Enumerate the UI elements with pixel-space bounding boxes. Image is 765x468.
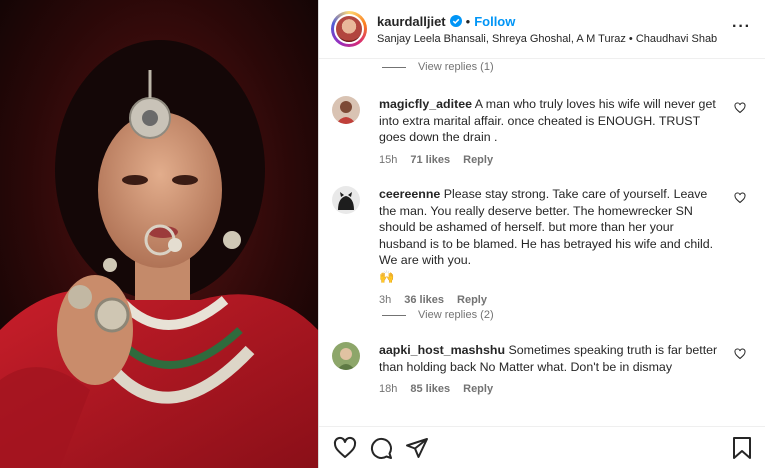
commenter-avatar-image [332,96,360,124]
author-username[interactable]: kaurdalljiet [377,14,446,29]
comment-item: aapki_host_mashshu Sometimes speaking tr… [332,342,752,395]
comment-emoji: 🙌 [379,269,395,284]
like-comment-heart-icon[interactable] [734,348,746,360]
commenter-avatar[interactable] [332,186,360,214]
commenter-username[interactable]: ceereenne [379,187,440,201]
comment-text: aapki_host_mashshu Sometimes speaking tr… [379,342,724,375]
separator-dot: • [465,13,471,29]
comments-panel: kaurdalljiet • Follow Sanjay Leela Bhans… [318,0,765,468]
commenter-avatar-image [332,186,360,214]
post-actions-bar [319,426,765,468]
comment-time[interactable]: 15h [379,154,397,166]
more-options-button[interactable]: ··· [732,18,751,36]
bookmark-icon[interactable] [731,436,753,460]
reply-button[interactable]: Reply [463,154,493,166]
reply-button[interactable]: Reply [457,294,487,306]
verified-badge-icon [449,15,462,27]
view-replies-line [382,314,406,316]
comments-list[interactable]: View replies (1) magicfly_aditee A man w… [319,59,765,426]
view-replies-button[interactable]: View replies (1) [382,61,494,73]
post-header-text: kaurdalljiet • Follow Sanjay Leela Bhans… [377,14,717,45]
follow-button[interactable]: Follow [474,14,515,29]
comment-text: ceereenne Please stay strong. Take care … [379,186,724,286]
post-image[interactable] [0,0,318,468]
comment-text: magicfly_aditee A man who truly loves hi… [379,96,724,146]
commenter-username[interactable]: magicfly_aditee [379,97,472,111]
heart-icon[interactable] [333,436,357,460]
author-avatar[interactable] [331,11,367,47]
audio-credit[interactable]: Sanjay Leela Bhansali, Shreya Ghoshal, A… [377,33,717,45]
comment-meta: 18h 85 likes Reply [379,383,752,395]
comment-time[interactable]: 3h [379,294,391,306]
comment-meta: 15h 71 likes Reply [379,154,752,166]
post-header-top: kaurdalljiet • Follow [377,14,717,29]
comment-likes[interactable]: 71 likes [410,154,450,166]
comment-meta: 3h 36 likes Reply [379,294,752,306]
view-replies-line [382,66,406,68]
like-comment-heart-icon[interactable] [734,192,746,204]
view-replies-label: View replies (2) [418,309,494,321]
commenter-avatar[interactable] [332,342,360,370]
comment-icon[interactable] [369,436,393,460]
view-replies-button[interactable]: View replies (2) [382,309,494,321]
post-image-illustration [0,0,318,468]
share-icon[interactable] [405,436,429,460]
comment-likes[interactable]: 85 likes [410,383,450,395]
comment-item: magicfly_aditee A man who truly loves hi… [332,96,752,166]
comment-time[interactable]: 18h [379,383,397,395]
view-replies-label: View replies (1) [418,61,494,73]
comment-likes[interactable]: 36 likes [404,294,444,306]
comment-item: ceereenne Please stay strong. Take care … [332,186,752,306]
like-comment-heart-icon[interactable] [734,102,746,114]
commenter-avatar[interactable] [332,96,360,124]
author-avatar-image [334,14,364,44]
reply-button[interactable]: Reply [463,383,493,395]
post-view: kaurdalljiet • Follow Sanjay Leela Bhans… [0,0,765,468]
commenter-username[interactable]: aapki_host_mashshu [379,343,505,357]
commenter-avatar-image [332,342,360,370]
post-header: kaurdalljiet • Follow Sanjay Leela Bhans… [319,0,765,59]
